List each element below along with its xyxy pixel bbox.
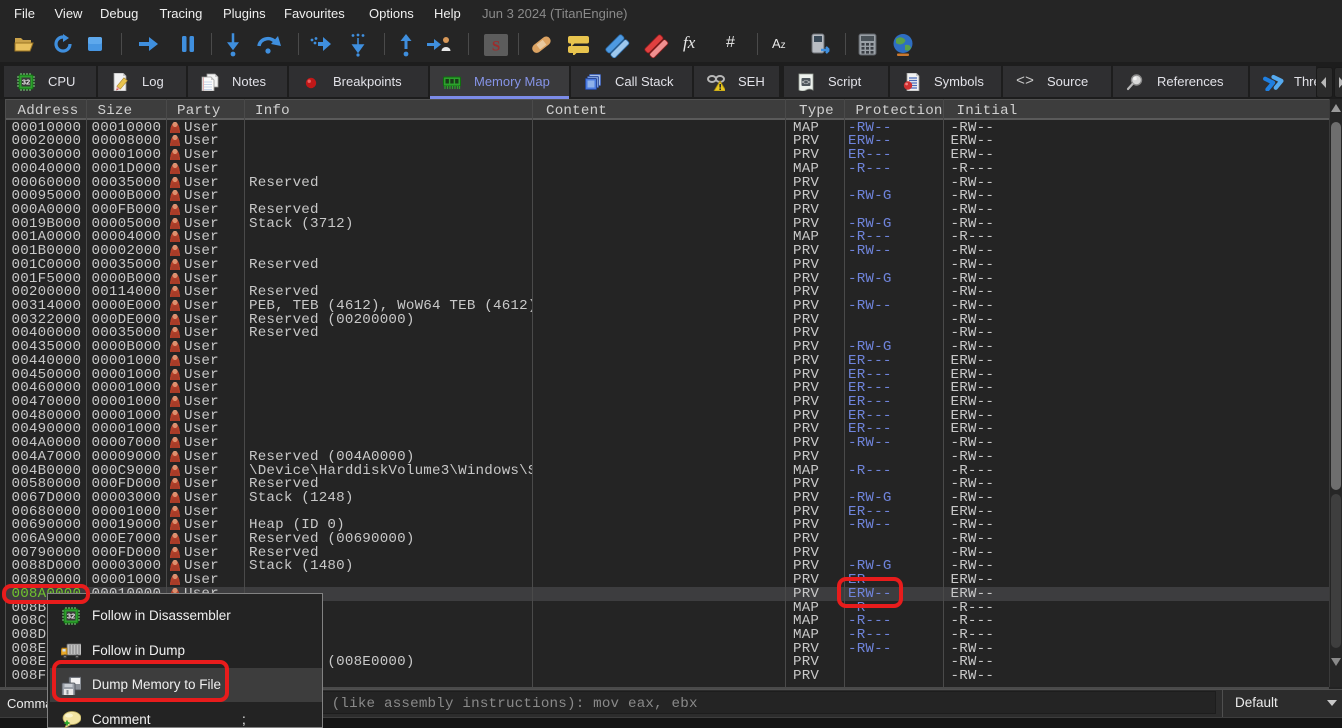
svg-text:32: 32	[22, 77, 30, 86]
svg-text:32: 32	[67, 612, 75, 621]
svg-text:S: S	[492, 39, 500, 55]
svg-text:<>: <>	[802, 79, 810, 87]
